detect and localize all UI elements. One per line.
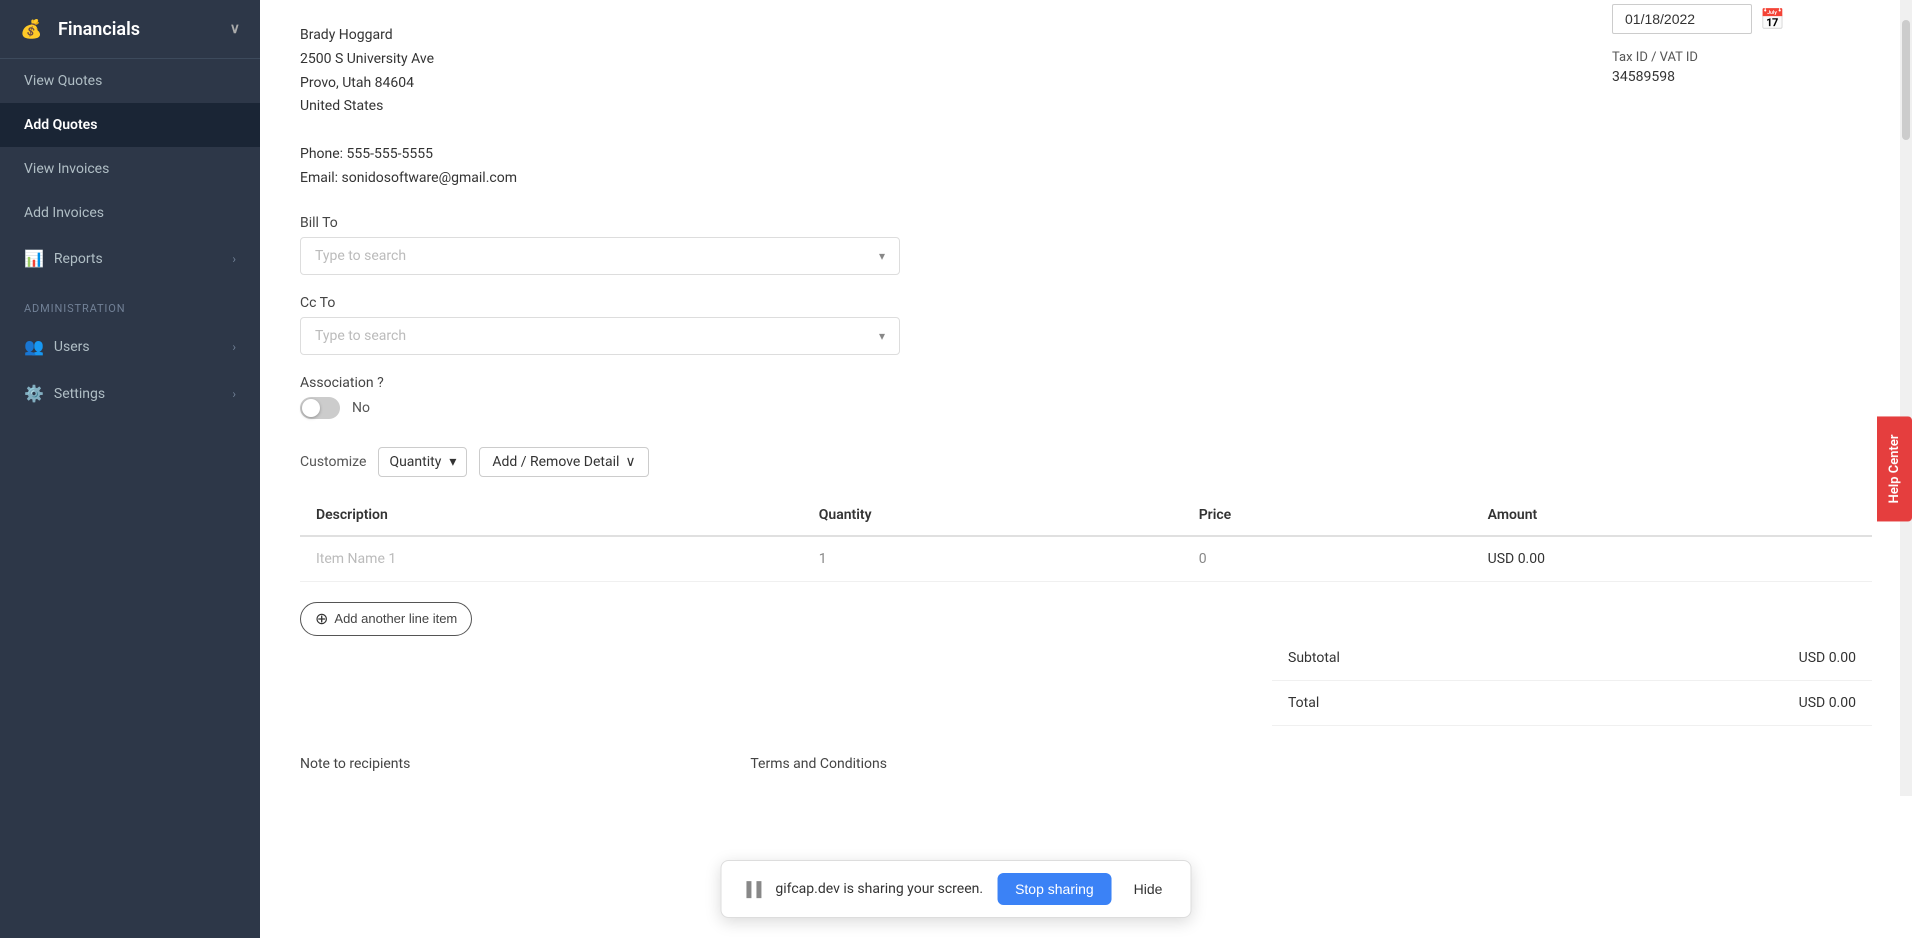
subtotal-value: USD 0.00 xyxy=(1799,650,1856,666)
table-row: Item Name 1 1 0 USD 0.00 xyxy=(300,536,1872,582)
col-header-quantity: Quantity xyxy=(803,495,1183,536)
item-description[interactable]: Item Name 1 xyxy=(300,536,803,582)
sidebar-item-add-quotes[interactable]: Add Quotes xyxy=(0,103,260,147)
quantity-select[interactable]: Quantity ▾ xyxy=(378,447,467,477)
help-center-tab[interactable]: Help Center xyxy=(1877,417,1912,522)
scrollbar[interactable] xyxy=(1900,0,1912,796)
bill-to-label: Bill To xyxy=(300,215,1872,231)
quantity-label: Quantity xyxy=(389,454,441,470)
cc-to-select[interactable]: Type to search ▾ xyxy=(300,317,900,355)
association-toggle-value: No xyxy=(352,400,370,416)
administration-section-label: Administration xyxy=(0,282,260,323)
col-header-description: Description xyxy=(300,495,803,536)
association-toggle[interactable] xyxy=(300,397,340,419)
items-table: Description Quantity Price Amount Item N… xyxy=(300,495,1872,582)
subtotal-label: Subtotal xyxy=(1288,650,1340,666)
address-phone: Phone: 555-555-5555 xyxy=(300,143,1872,167)
sidebar-brand[interactable]: 💰 Financials ∨ xyxy=(0,0,260,59)
tax-id-label: Tax ID / VAT ID xyxy=(1612,50,1872,65)
right-panel: 📅 Tax ID / VAT ID 34589598 xyxy=(1612,0,1872,85)
sidebar-item-add-invoices[interactable]: Add Invoices xyxy=(0,191,260,235)
association-section: Association ? No xyxy=(300,375,1872,419)
date-field-wrapper: 📅 xyxy=(1612,4,1872,34)
address-email: Email: sonidosoftware@gmail.com xyxy=(300,167,1872,191)
cc-to-placeholder: Type to search xyxy=(315,328,406,344)
toggle-knob xyxy=(302,399,320,417)
col-header-price: Price xyxy=(1183,495,1472,536)
sidebar-brand-chevron: ∨ xyxy=(230,21,240,37)
tax-id-value: 34589598 xyxy=(1612,69,1872,85)
cc-to-dropdown-arrow: ▾ xyxy=(879,329,885,343)
settings-chevron: › xyxy=(232,387,236,401)
screen-share-icon: ▐▐ xyxy=(742,881,762,898)
item-amount: USD 0.00 xyxy=(1472,536,1872,582)
bill-to-dropdown-arrow: ▾ xyxy=(879,249,885,263)
settings-icon: ⚙️ xyxy=(24,384,44,403)
address-line3: United States xyxy=(300,95,1872,119)
help-center-label: Help Center xyxy=(1887,435,1902,504)
bottom-labels: Note to recipients Terms and Conditions xyxy=(300,756,1872,772)
customize-row: Customize Quantity ▾ Add / Remove Detail… xyxy=(300,447,1872,477)
add-line-label: Add another line item xyxy=(334,611,457,626)
hide-button[interactable]: Hide xyxy=(1126,877,1171,901)
users-chevron: › xyxy=(232,340,236,354)
customize-label: Customize xyxy=(300,454,366,470)
scrollbar-thumb xyxy=(1902,20,1910,140)
total-label: Total xyxy=(1288,695,1319,711)
sidebar-item-view-quotes[interactable]: View Quotes xyxy=(0,59,260,103)
cc-to-label: Cc To xyxy=(300,295,1872,311)
col-header-amount: Amount xyxy=(1472,495,1872,536)
terms-and-conditions-label: Terms and Conditions xyxy=(750,756,887,772)
screen-share-banner: ▐▐ gifcap.dev is sharing your screen. St… xyxy=(721,860,1192,918)
sidebar-item-settings[interactable]: ⚙️ Settings › xyxy=(0,370,260,417)
stop-sharing-button[interactable]: Stop sharing xyxy=(997,873,1112,905)
calendar-icon[interactable]: 📅 xyxy=(1760,7,1785,31)
financials-icon: 💰 xyxy=(20,18,48,40)
sidebar-item-users[interactable]: 👥 Users › xyxy=(0,323,260,370)
reports-chevron: › xyxy=(232,252,236,266)
item-price: 0 xyxy=(1183,536,1472,582)
sidebar: 💰 Financials ∨ View Quotes Add Quotes Vi… xyxy=(0,0,260,938)
quantity-dropdown-arrow: ▾ xyxy=(449,454,456,470)
add-remove-chevron: ∨ xyxy=(625,454,635,470)
total-row: Total USD 0.00 xyxy=(1272,681,1872,726)
add-line-item-button[interactable]: ⊕ Add another line item xyxy=(300,602,472,636)
cc-to-section: Cc To Type to search ▾ xyxy=(300,295,1872,355)
sidebar-item-view-invoices[interactable]: View Invoices xyxy=(0,147,260,191)
subtotal-row: Subtotal USD 0.00 xyxy=(1272,636,1872,681)
reports-icon: 📊 xyxy=(24,249,44,268)
add-line-icon: ⊕ xyxy=(315,609,328,629)
add-remove-detail-button[interactable]: Add / Remove Detail ∨ xyxy=(479,447,648,477)
add-remove-label: Add / Remove Detail xyxy=(492,454,619,470)
date-input[interactable] xyxy=(1612,4,1752,34)
bill-to-placeholder: Type to search xyxy=(315,248,406,264)
main-content: Brady Hoggard 2500 S University Ave Prov… xyxy=(260,0,1912,938)
sidebar-brand-title: Financials xyxy=(58,19,140,40)
note-to-recipients-label: Note to recipients xyxy=(300,756,410,772)
bill-to-select[interactable]: Type to search ▾ xyxy=(300,237,900,275)
bill-to-section: Bill To Type to search ▾ xyxy=(300,215,1872,275)
sidebar-item-reports[interactable]: 📊 Reports › xyxy=(0,235,260,282)
total-value: USD 0.00 xyxy=(1799,695,1856,711)
item-quantity: 1 xyxy=(803,536,1183,582)
screen-share-message: gifcap.dev is sharing your screen. xyxy=(775,881,983,897)
association-label: Association ? xyxy=(300,375,1872,391)
totals-section: Subtotal USD 0.00 Total USD 0.00 xyxy=(1272,636,1872,726)
users-icon: 👥 xyxy=(24,337,44,356)
